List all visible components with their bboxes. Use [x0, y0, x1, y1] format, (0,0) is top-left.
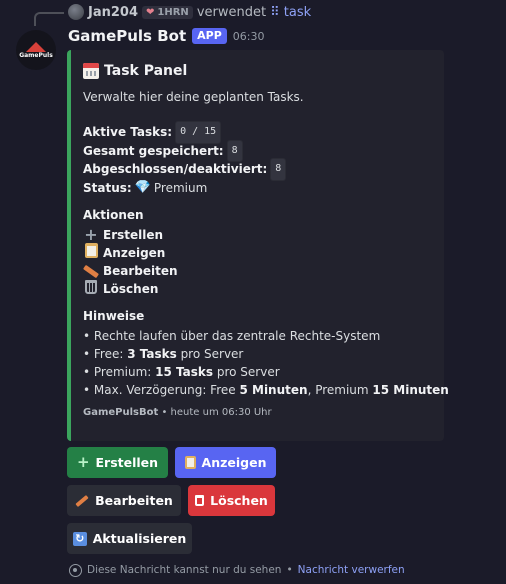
field-label: Gesamt gespeichert: — [83, 143, 224, 158]
plus-icon: + — [84, 225, 98, 244]
mountain-icon — [26, 41, 46, 52]
field-label: Aktive Tasks: — [83, 125, 173, 139]
embed-footer: GamePulsBot • heute um 06:30 Uhr — [83, 407, 432, 418]
reply-avatar[interactable] — [68, 4, 84, 20]
action-label: Bearbeiten — [103, 264, 178, 278]
hint-bold: 15 Tasks — [155, 365, 214, 379]
field-status: Status: 💎 Premium — [83, 179, 432, 198]
hint-text: • Max. Verzögerung: Free — [83, 383, 240, 397]
heart-icon: ❤ — [146, 6, 155, 18]
field-total-saved: Gesamt gespeichert: 8 — [83, 139, 432, 162]
reply-connector — [34, 12, 64, 26]
edit-button[interactable]: Bearbeiten — [67, 485, 181, 516]
avatar-logo-text: GamePuls — [19, 51, 53, 59]
guild-tag-label: 1HRN — [157, 6, 189, 18]
action-item-create: + Erstellen — [83, 226, 432, 244]
embed-title: Task Panel — [83, 61, 432, 81]
guild-tag[interactable]: ❤ 1HRN — [142, 5, 193, 19]
reply-username[interactable]: Jan204 — [88, 5, 138, 20]
stats-fields: Aktive Tasks: 0 / 15 Gesamt gespeichert:… — [83, 121, 432, 198]
reply-reference[interactable]: Jan204 ❤ 1HRN verwendet ⠿ task — [68, 3, 311, 21]
footer-name: GamePulsBot — [83, 407, 159, 418]
hint-text: • Rechte laufen über das zentrale Rechte… — [83, 329, 381, 343]
ephemeral-notice: Diese Nachricht kannst nur du sehen • Na… — [69, 562, 405, 578]
ephemeral-separator: • — [286, 564, 293, 576]
hint-text: • Premium: — [83, 365, 156, 379]
command-link[interactable]: ⠿ task — [270, 5, 311, 20]
footer-separator: • — [161, 407, 171, 418]
task-panel-embed: Task Panel Verwalte hier deine geplanten… — [67, 50, 449, 441]
dismiss-message-link[interactable]: Nachricht verwerfen — [298, 564, 405, 576]
create-button-label: Erstellen — [95, 455, 159, 470]
hint-bold: 3 Tasks — [127, 347, 177, 361]
refresh-button-label: Aktualisieren — [92, 531, 187, 546]
footer-time: heute um 06:30 Uhr — [170, 407, 272, 418]
hint-bold: 5 Minuten — [239, 383, 308, 397]
actions-title: Aktionen — [83, 208, 144, 222]
field-value: Premium — [153, 180, 208, 195]
field-value: 8 — [270, 158, 287, 181]
create-button[interactable]: + Erstellen — [67, 447, 168, 478]
action-label: Erstellen — [103, 228, 164, 242]
clipboard-icon — [184, 456, 196, 469]
app-badge: APP — [192, 28, 227, 44]
show-button-label: Anzeigen — [201, 455, 267, 470]
field-value: 8 — [226, 139, 243, 162]
command-icon: ⠿ — [270, 4, 280, 20]
clipboard-icon — [84, 243, 98, 258]
hint-text: pro Server — [213, 365, 280, 379]
hint-rights: • Rechte laufen über das zentrale Rechte… — [83, 327, 432, 345]
message-timestamp[interactable]: 06:30 — [233, 30, 265, 43]
wastebasket-icon — [195, 495, 205, 506]
refresh-icon: ↻ — [72, 531, 87, 546]
embed-title-text: Task Panel — [104, 63, 188, 79]
wastebasket-icon — [85, 279, 97, 294]
command-name: task — [283, 4, 312, 20]
pencil-icon — [83, 264, 99, 279]
bot-name[interactable]: GamePuls Bot — [68, 27, 186, 45]
hint-premium: • Premium: 15 Tasks pro Server — [83, 363, 432, 381]
action-label: Anzeigen — [103, 246, 166, 260]
calendar-icon — [83, 63, 99, 79]
edit-button-label: Bearbeiten — [95, 493, 173, 508]
eye-icon — [69, 563, 82, 577]
field-completed: Abgeschlossen/deaktiviert: 8 — [83, 158, 432, 181]
show-button[interactable]: Anzeigen — [175, 447, 276, 478]
ephemeral-text: Diese Nachricht kannst nur du sehen — [87, 564, 282, 576]
delete-button[interactable]: Löschen — [188, 485, 275, 516]
delete-button-label: Löschen — [210, 493, 268, 508]
gem-icon: 💎 — [134, 179, 151, 195]
action-item-show: Anzeigen — [83, 243, 432, 262]
field-label: Abgeschlossen/deaktiviert: — [83, 162, 268, 176]
hint-text: pro Server — [176, 347, 244, 361]
hint-text: • Free: — [83, 347, 128, 361]
action-item-delete: Löschen — [83, 279, 432, 298]
refresh-button[interactable]: ↻ Aktualisieren — [67, 523, 192, 554]
hint-delay: • Max. Verzögerung: Free 5 Minuten, Prem… — [83, 381, 449, 399]
embed-description: Verwalte hier deine geplanten Tasks. — [83, 90, 304, 104]
field-active-tasks: Aktive Tasks: 0 / 15 — [83, 121, 432, 144]
action-label: Löschen — [103, 282, 159, 296]
message-header: GamePuls Bot APP 06:30 — [68, 26, 264, 46]
pencil-icon — [75, 494, 89, 507]
hint-bold: 15 Minuten — [372, 383, 449, 397]
reply-verb: verwendet — [196, 4, 267, 20]
hint-text: , Premium — [307, 383, 373, 397]
bot-avatar[interactable]: GamePuls — [16, 30, 56, 70]
field-value: 0 / 15 — [175, 121, 222, 144]
hints-title: Hinweise — [83, 309, 145, 323]
hint-free: • Free: 3 Tasks pro Server — [83, 345, 432, 363]
field-label: Status: — [83, 180, 132, 195]
plus-icon: + — [76, 453, 90, 471]
action-item-edit: Bearbeiten — [83, 262, 432, 280]
